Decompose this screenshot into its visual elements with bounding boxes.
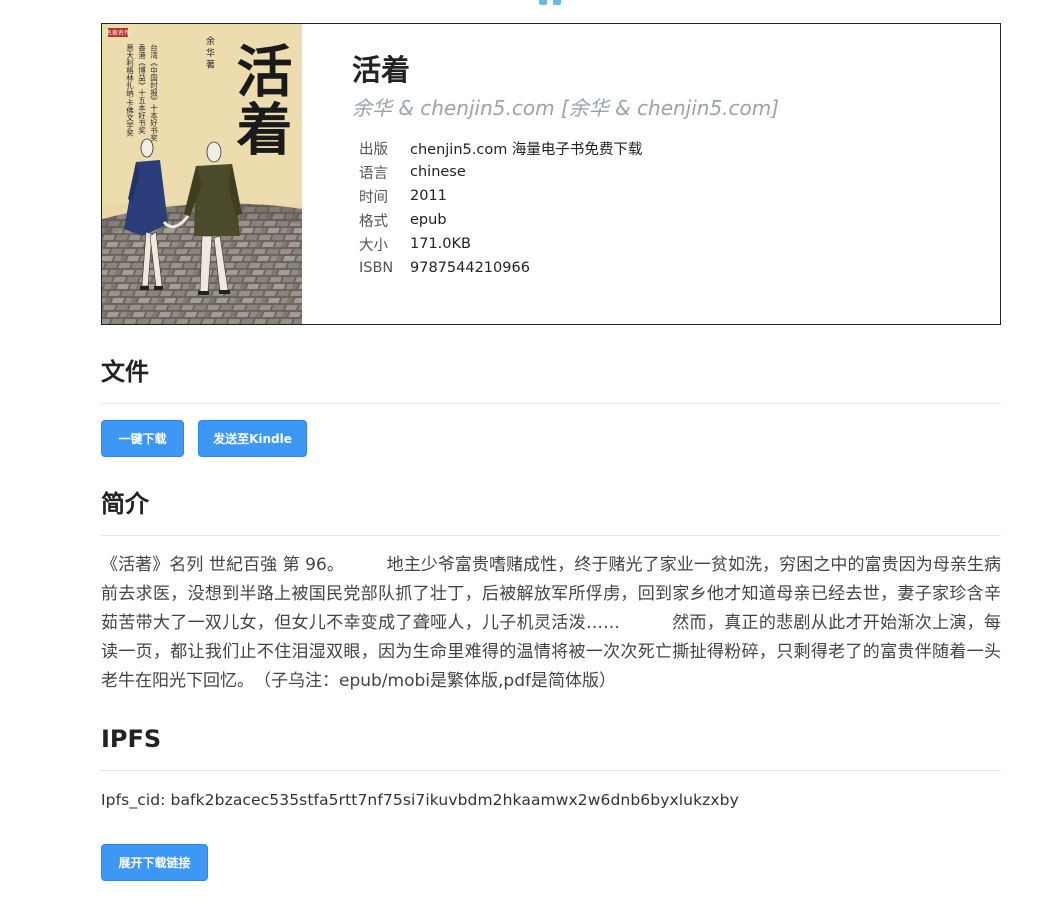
cover-blurb-line-3: 意大利格林扎纳·卡佛文学奖: [125, 43, 134, 138]
meta-key: 出版: [359, 141, 388, 158]
files-section: 文件 一键下载 发送至Kindle: [101, 356, 1001, 457]
meta-value: 2011: [410, 188, 447, 204]
top-logo-fragment: [539, 0, 563, 5]
intro-text: 《活著》名列 世紀百強 第 96。 地主少爷富贵嗜赌成性，终于赌光了家业一贫如洗…: [101, 555, 1001, 691]
book-info: 活着 余华 & chenjin5.com [余华 & chenjin5.com]…: [302, 24, 779, 324]
meta-row-format: 格式 epub: [359, 208, 642, 232]
meta-key: 大小: [359, 237, 388, 254]
intro-section: 简介 《活著》名列 世紀百強 第 96。 地主少爷富贵嗜赌成性，终于赌光了家业一…: [101, 488, 1001, 696]
book-cover-image[interactable]: 名家名作 台湾《中国时报》十本好书奖 香港《博益》十五本好书奖 意大利格林扎纳·…: [102, 24, 302, 324]
files-button-row: 一键下载 发送至Kindle: [101, 420, 1001, 457]
cover-title-text: 活着: [227, 42, 293, 158]
send-to-kindle-button[interactable]: 发送至Kindle: [198, 420, 307, 457]
main-content: 名家名作 台湾《中国时报》十本好书奖 香港《博益》十五本好书奖 意大利格林扎纳·…: [101, 23, 1001, 881]
expand-download-links-button[interactable]: 展开下载链接: [101, 844, 208, 881]
meta-value: 171.0KB: [410, 236, 471, 252]
meta-row-isbn: ISBN 9787544210966: [359, 256, 642, 280]
meta-value: chenjin5.com 海量电子书免费下载: [410, 141, 643, 158]
section-divider: [101, 535, 1001, 536]
meta-value: 9787544210966: [410, 260, 530, 276]
cover-blurb-line-2: 香港《博益》十五本好书奖: [137, 43, 146, 136]
ipfs-cid-text: Ipfs_cid: bafk2bzacec535stfa5rtt7nf75si7…: [101, 791, 739, 809]
meta-value: chinese: [410, 164, 466, 180]
ipfs-heading: IPFS: [101, 725, 162, 753]
meta-key: 语言: [359, 165, 388, 182]
meta-key: ISBN: [359, 260, 394, 276]
cover-author-text: 余 华 著: [204, 35, 215, 69]
meta-key: 格式: [359, 213, 388, 230]
section-divider: [101, 770, 1001, 771]
book-meta-table: 出版 chenjin5.com 海量电子书免费下载 语言 chinese 时间 …: [359, 136, 642, 280]
meta-row-size: 大小 171.0KB: [359, 232, 642, 256]
section-divider: [101, 403, 1001, 404]
cover-artwork: 名家名作 台湾《中国时报》十本好书奖 香港《博益》十五本好书奖 意大利格林扎纳·…: [102, 24, 302, 324]
files-heading: 文件: [101, 358, 149, 386]
intro-heading: 简介: [101, 490, 149, 518]
meta-key: 时间: [359, 189, 388, 206]
cover-blurb-line-1: 台湾《中国时报》十本好书奖: [149, 43, 158, 143]
meta-row-year: 时间 2011: [359, 184, 642, 208]
cover-series-text: 名家名作: [106, 29, 130, 37]
meta-row-language: 语言 chinese: [359, 160, 642, 184]
one-click-download-button[interactable]: 一键下载: [101, 420, 184, 457]
book-title: 活着: [352, 53, 411, 87]
book-card: 名家名作 台湾《中国时报》十本好书奖 香港《博益》十五本好书奖 意大利格林扎纳·…: [101, 23, 1001, 325]
book-author[interactable]: 余华 & chenjin5.com [余华 & chenjin5.com]: [352, 94, 779, 122]
meta-value: epub: [410, 212, 447, 228]
meta-row-publisher: 出版 chenjin5.com 海量电子书免费下载: [359, 136, 642, 160]
ipfs-section: IPFS Ipfs_cid: bafk2bzacec535stfa5rtt7nf…: [101, 723, 1001, 881]
